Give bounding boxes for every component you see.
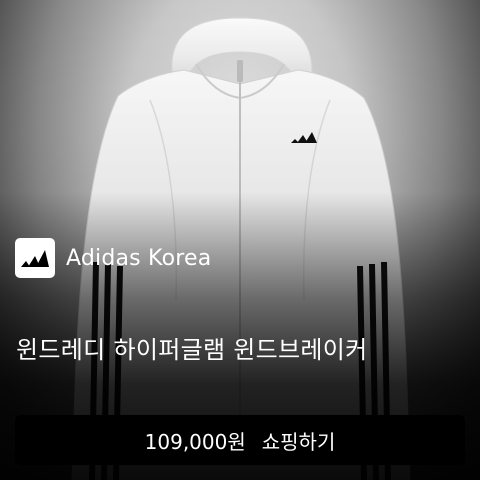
product-title: 윈드레디 하이퍼글램 윈드브레이커 [16,336,368,364]
brand-name: Adidas Korea [66,245,212,271]
shop-now-button[interactable]: 109,000원 쇼핑하기 [15,415,465,465]
price-label: 109,000원 [144,429,246,454]
adidas-logo-icon [15,238,55,278]
brand-row[interactable]: Adidas Korea [15,238,211,278]
ad-card[interactable]: Adidas Korea 윈드레디 하이퍼글램 윈드브레이커 109,000원 … [0,0,480,480]
shop-label: 쇼핑하기 [261,429,336,454]
